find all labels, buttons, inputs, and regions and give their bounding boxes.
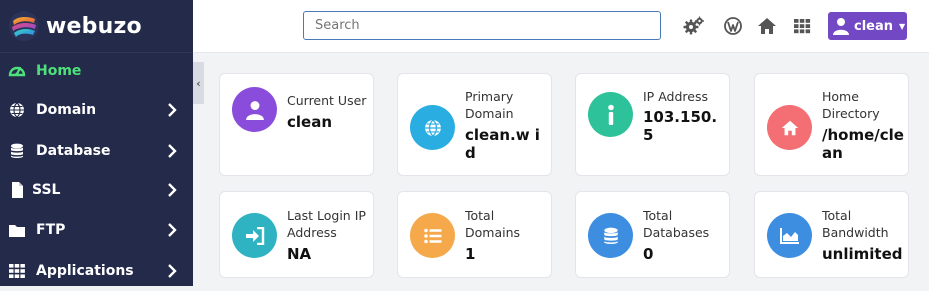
login-icon [232,213,277,258]
info-card-total-domains: Total Domains 1 [397,191,552,278]
file-icon [8,181,26,199]
card-value: 1 [465,245,476,263]
card-value: NA [287,245,312,263]
card-value: 103.150. 5 [643,108,718,144]
info-card-last-login-ip: Last Login IP Address NA [219,191,374,278]
sidebar-item-label: Applications [36,263,134,279]
database-icon [8,142,26,160]
sidebar-item-ssl[interactable]: SSL [0,170,193,210]
sidebar-item-label: SSL [32,182,61,198]
brand-logo[interactable]: webuzo [0,0,193,53]
chevron-left-icon: ‹ [196,76,201,90]
info-card-current-user: Current User clean [219,73,374,176]
list-icon [410,213,455,258]
chevron-right-icon [168,183,177,197]
chevron-right-icon [168,144,177,158]
brand-name: webuzo [46,13,142,39]
chart-icon [767,213,812,258]
sidebar: webuzo Home Domain Database SSL FTP Appl… [0,0,193,286]
sidebar-collapse-toggle[interactable]: ‹ [193,62,204,104]
settings-icon[interactable] [683,15,705,37]
chevron-right-icon [168,223,177,237]
grid-icon [8,262,26,280]
card-label: Home Directory [822,89,880,121]
sidebar-item-applications[interactable]: Applications [0,251,193,291]
database-icon [588,213,633,258]
dashboard-icon [8,62,26,80]
chevron-right-icon [168,103,177,117]
globe-icon [410,105,455,150]
sidebar-item-domain[interactable]: Domain [0,90,193,130]
globe-icon [8,101,26,119]
sidebar-item-home[interactable]: Home [0,51,193,91]
home-icon[interactable] [756,15,778,37]
user-icon [232,87,277,132]
info-card-total-databases: Total Databases 0 [575,191,730,278]
card-value: clean.w id [465,126,540,162]
card-label: Last Login IP Address [287,208,366,240]
card-label: IP Address [643,89,708,104]
sidebar-item-label: Home [36,63,82,79]
sidebar-item-label: Domain [36,102,97,118]
sidebar-item-ftp[interactable]: FTP [0,210,193,250]
folder-icon [8,221,26,239]
webuzo-logo-icon [9,11,39,41]
info-card-home-directory: Home Directory /home/clean [754,73,909,176]
topbar: clean ▼ [193,0,929,53]
sidebar-item-database[interactable]: Database [0,131,193,171]
info-card-primary-domain: Primary Domain clean.w id [397,73,552,176]
info-icon [588,92,633,137]
chevron-right-icon [168,264,177,278]
card-label: Primary Domain [465,89,514,121]
card-value: /home/clean [822,126,904,162]
wordpress-icon[interactable] [722,15,744,37]
search-input[interactable] [303,11,661,40]
card-label: Total Bandwidth [822,208,889,240]
card-value: 0 [643,245,654,263]
home-icon [767,105,812,150]
card-value: clean [287,113,333,131]
info-card-ip-address: IP Address 103.150. 5 [575,73,730,176]
apps-grid-icon[interactable] [791,15,813,37]
card-label: Current User [287,93,367,108]
sidebar-item-label: FTP [36,222,66,238]
user-icon [833,18,849,35]
card-label: Total Domains [465,208,521,240]
sidebar-item-label: Database [36,143,111,159]
user-menu-label: clean [854,18,894,34]
card-label: Total Databases [643,208,710,240]
info-card-total-bandwidth: Total Bandwidth unlimited [754,191,909,278]
user-menu-button[interactable]: clean ▼ [828,12,907,40]
card-value: unlimited [822,245,903,263]
caret-down-icon: ▼ [899,21,906,31]
